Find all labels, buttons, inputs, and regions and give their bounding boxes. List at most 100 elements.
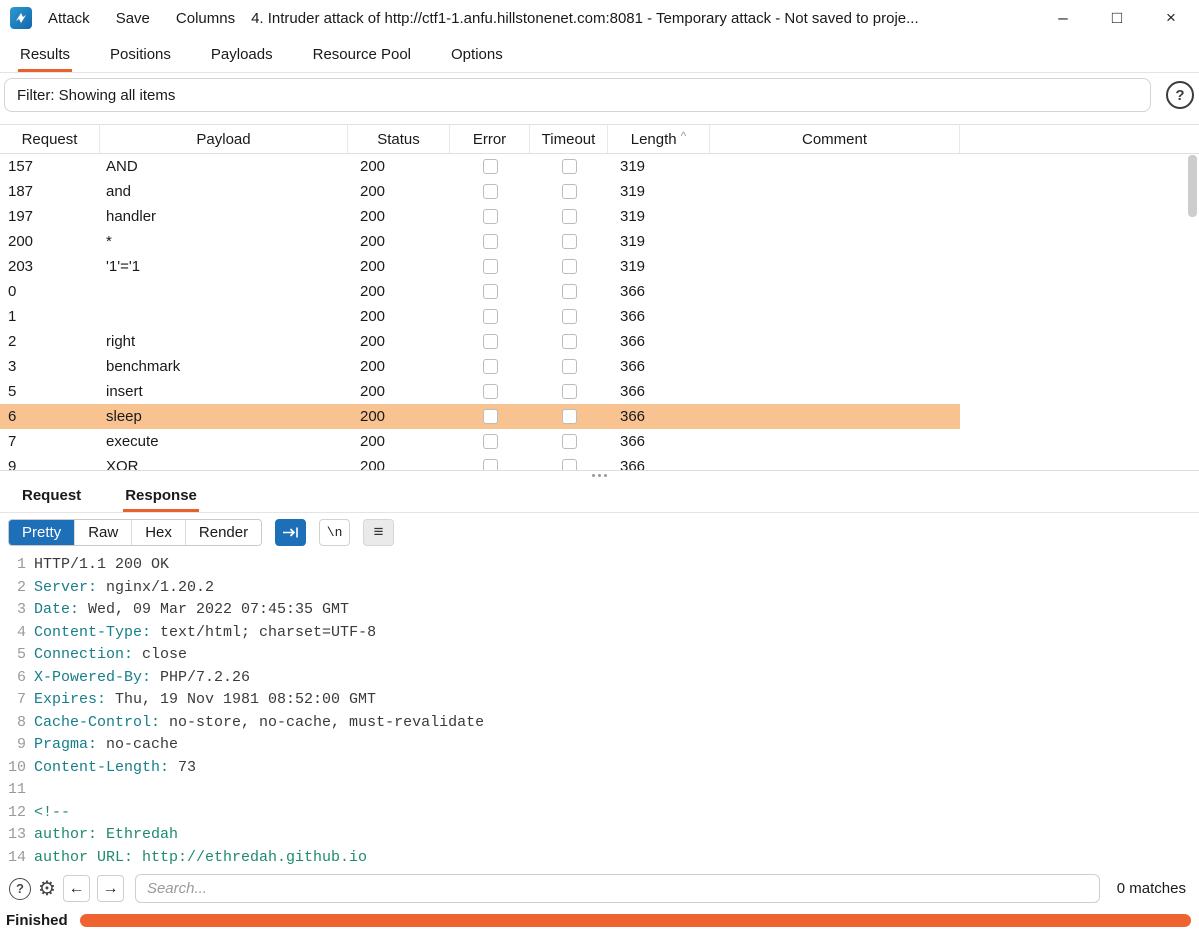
column-header-payload[interactable]: Payload	[100, 125, 348, 153]
table-cell: 366	[620, 383, 646, 400]
tab-payloads[interactable]: Payloads	[209, 36, 275, 72]
error-checkbox[interactable]	[482, 184, 498, 199]
word-wrap-button[interactable]	[275, 518, 307, 546]
menu-columns[interactable]: Columns	[176, 10, 235, 27]
previous-match-button[interactable]: ←	[62, 875, 90, 902]
timeout-checkbox[interactable]	[561, 284, 577, 299]
table-row[interactable]: 200 * 200 319	[0, 229, 1199, 254]
menu-save[interactable]: Save	[116, 10, 150, 27]
timeout-checkbox[interactable]	[561, 334, 577, 349]
hex-button[interactable]: Hex	[131, 519, 185, 545]
error-checkbox[interactable]	[482, 434, 498, 449]
vertical-scrollbar[interactable]	[1188, 155, 1197, 467]
table-row[interactable]: 5 insert 200 366	[0, 379, 1199, 404]
render-button[interactable]: Render	[184, 519, 262, 545]
line-content: <!--	[34, 803, 71, 821]
tab-positions[interactable]: Positions	[108, 36, 173, 72]
timeout-checkbox[interactable]	[561, 384, 577, 399]
timeout-checkbox[interactable]	[561, 159, 577, 174]
show-newlines-button[interactable]: \n	[319, 518, 351, 546]
table-cell	[450, 329, 530, 354]
error-checkbox[interactable]	[482, 284, 498, 299]
table-cell	[450, 254, 530, 279]
table-row[interactable]: 6 sleep 200 366	[0, 404, 1199, 429]
gear-icon[interactable]: ⚙	[38, 879, 56, 899]
timeout-checkbox[interactable]	[561, 234, 577, 249]
timeout-checkbox[interactable]	[561, 409, 577, 424]
column-header-request[interactable]: Request	[0, 125, 100, 153]
table-cell	[710, 304, 960, 329]
timeout-checkbox[interactable]	[561, 309, 577, 324]
table-row[interactable]: 157 AND 200 319	[0, 154, 1199, 179]
viewer-menu-button[interactable]: ≡	[363, 518, 395, 546]
table-cell: insert	[106, 383, 143, 400]
table-cell: 1	[8, 308, 17, 325]
column-header-status[interactable]: Status	[348, 125, 450, 153]
maximize-button[interactable]: □	[1107, 8, 1127, 28]
table-row[interactable]: 203 '1'='1 200 319	[0, 254, 1199, 279]
error-checkbox[interactable]	[482, 259, 498, 274]
error-checkbox[interactable]	[482, 159, 498, 174]
attack-status-label: Finished	[6, 911, 68, 929]
table-cell	[450, 204, 530, 229]
table-row[interactable]: 197 handler 200 319	[0, 204, 1199, 229]
help-icon[interactable]: ?	[1166, 81, 1194, 109]
error-checkbox[interactable]	[482, 234, 498, 249]
table-cell: 200	[360, 183, 386, 200]
column-header-error[interactable]: Error	[450, 125, 530, 153]
line-number: 3	[16, 601, 26, 618]
error-checkbox[interactable]	[482, 359, 498, 374]
column-header-length[interactable]: Length ^	[608, 125, 710, 153]
tab-resource-pool[interactable]: Resource Pool	[311, 36, 413, 72]
table-cell	[450, 454, 530, 470]
menu-attack[interactable]: Attack	[48, 10, 90, 27]
error-checkbox[interactable]	[482, 209, 498, 224]
timeout-checkbox[interactable]	[561, 209, 577, 224]
table-row[interactable]: 187 and 200 319	[0, 179, 1199, 204]
close-button[interactable]: ×	[1161, 8, 1181, 28]
table-row[interactable]: 9 XOR 200 366	[0, 454, 1199, 470]
tab-options[interactable]: Options	[449, 36, 505, 72]
table-row[interactable]: 0 200 366	[0, 279, 1199, 304]
table-row[interactable]: 2 right 200 366	[0, 329, 1199, 354]
table-row[interactable]: 7 execute 200 366	[0, 429, 1199, 454]
error-checkbox[interactable]	[482, 409, 498, 424]
next-match-button[interactable]: →	[96, 875, 124, 902]
table-cell: 200	[360, 158, 386, 175]
code-line: 11	[0, 779, 1199, 802]
timeout-checkbox[interactable]	[561, 184, 577, 199]
filter-summary[interactable]: Filter: Showing all items	[4, 78, 1151, 112]
error-checkbox[interactable]	[482, 384, 498, 399]
table-row[interactable]: 3 benchmark 200 366	[0, 354, 1199, 379]
search-input[interactable]	[134, 874, 1100, 903]
minimize-button[interactable]: –	[1053, 8, 1073, 28]
table-cell: 6	[0, 404, 100, 429]
pretty-button[interactable]: Pretty	[9, 519, 75, 545]
table-cell	[100, 304, 348, 329]
error-checkbox[interactable]	[482, 309, 498, 324]
filter-bar: Filter: Showing all items ?	[4, 78, 1195, 112]
panel-splitter[interactable]	[0, 471, 1199, 479]
table-header: Request Payload Status Error Timeout Len…	[0, 125, 1199, 154]
tab-results[interactable]: Results	[18, 36, 72, 72]
search-help-icon[interactable]: ?	[9, 877, 31, 900]
error-checkbox[interactable]	[482, 334, 498, 349]
timeout-checkbox[interactable]	[561, 459, 577, 470]
line-content: Content-Length: 73	[34, 758, 197, 776]
tab-request[interactable]: Request	[20, 479, 83, 512]
column-header-comment[interactable]: Comment	[710, 125, 960, 153]
table-cell: 7	[8, 433, 17, 450]
scrollbar-thumb[interactable]	[1188, 155, 1197, 217]
error-checkbox[interactable]	[482, 459, 498, 470]
table-row[interactable]: 1 200 366	[0, 304, 1199, 329]
code-line: 9 Pragma: no-cache	[0, 734, 1199, 757]
table-cell	[450, 154, 530, 179]
timeout-checkbox[interactable]	[561, 434, 577, 449]
table-cell	[530, 279, 608, 304]
raw-button[interactable]: Raw	[74, 519, 132, 545]
tab-response[interactable]: Response	[123, 479, 199, 512]
column-header-timeout[interactable]: Timeout	[530, 125, 608, 153]
line-number: 14	[7, 848, 26, 866]
timeout-checkbox[interactable]	[561, 259, 577, 274]
timeout-checkbox[interactable]	[561, 359, 577, 374]
